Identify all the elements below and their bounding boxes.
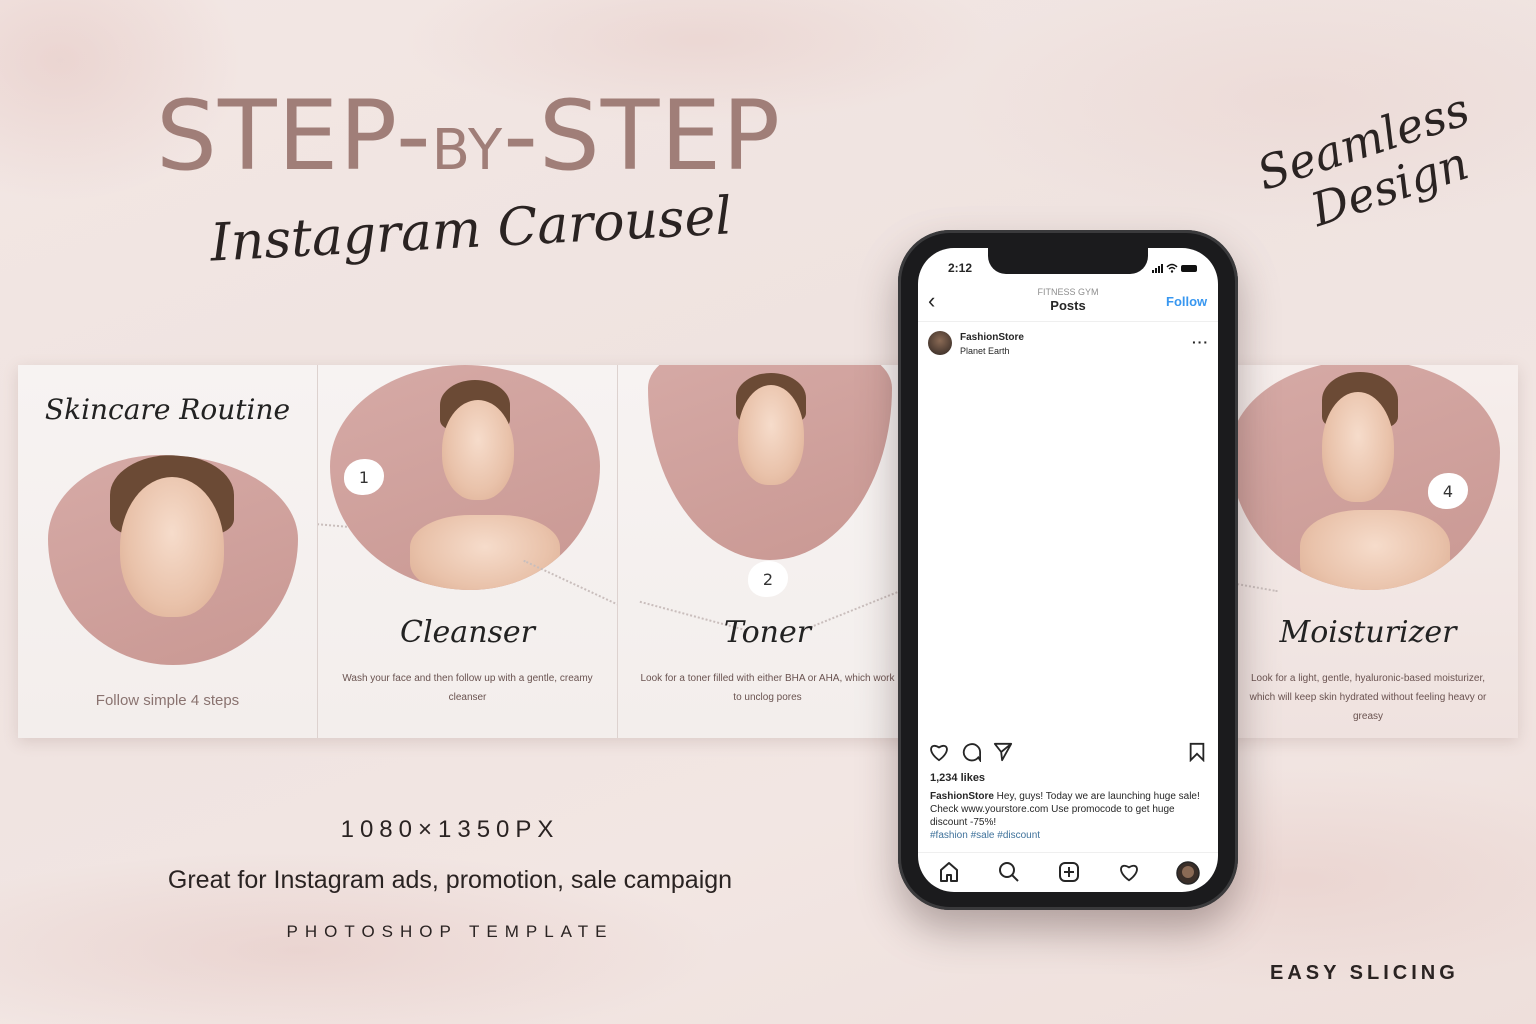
page-title: Posts (1050, 298, 1086, 313)
model-shoulders (410, 515, 560, 590)
template-label: PHOTOSHOP TEMPLATE (286, 922, 614, 941)
carousel-slide-1: 1 Cleanser Wash your face and then follo… (318, 365, 618, 738)
follow-button[interactable]: Follow (1166, 294, 1207, 309)
profile-icon[interactable] (1176, 861, 1200, 885)
subtitle: Instagram Carousel (208, 186, 734, 274)
carousel-slide-intro: Skincare Routine Follow simple 4 steps (18, 365, 318, 738)
slide-title: Moisturizer (1279, 615, 1457, 650)
ellipsis-icon[interactable]: ··· (1192, 334, 1209, 350)
model-face (442, 400, 514, 500)
avatar[interactable] (928, 331, 952, 355)
post-username[interactable]: FashionStore (960, 332, 1024, 343)
post-actions (928, 742, 1210, 766)
easy-slicing-label: EASY SLICING (1270, 962, 1459, 984)
heart-icon[interactable] (928, 742, 950, 762)
slide-title: Toner (723, 615, 812, 650)
comment-icon[interactable] (960, 742, 982, 762)
slide-description: Wash your face and then follow up with a… (342, 673, 593, 703)
model-face (120, 477, 224, 617)
like-count: 1,234 likes (930, 772, 986, 784)
seamless-design-tagline: Seamless Design (1250, 81, 1476, 237)
model-shoulders (1300, 510, 1450, 590)
activity-icon[interactable] (1118, 861, 1140, 883)
slide-description: Look for a light, gentle, hyaluronic-bas… (1249, 673, 1487, 722)
step-badge: 2 (748, 561, 788, 597)
carousel-slide-4: 4 Moisturizer Look for a light, gentle, … (1218, 365, 1518, 738)
model-face (1322, 392, 1394, 502)
slide-title: Skincare Routine (44, 393, 291, 426)
description-label: Great for Instagram ads, promotion, sale… (167, 866, 733, 894)
dimensions-label: 1080×1350PX (340, 816, 560, 843)
account-label: FITNESS GYM (1037, 287, 1099, 297)
caption-username[interactable]: FashionStore (930, 791, 994, 802)
add-icon[interactable] (1058, 861, 1080, 883)
hashtags[interactable]: #fashion #sale #discount (930, 830, 1040, 841)
model-face (738, 385, 804, 485)
main-title: STEP-BY-STEP (156, 80, 781, 192)
header-divider (918, 321, 1218, 322)
search-icon[interactable] (998, 861, 1020, 883)
slide-title: Cleanser (400, 615, 535, 650)
slide-description: Look for a toner filled with either BHA … (640, 673, 895, 703)
photo-blob (48, 455, 298, 665)
status-icons (1152, 262, 1200, 277)
bottom-tab-bar (918, 852, 1218, 892)
status-time: 2:12 (948, 261, 973, 275)
carousel-strip: Skincare Routine Follow simple 4 steps 1… (18, 365, 1518, 738)
slide-description: Follow simple 4 steps (95, 692, 240, 709)
phone-notch (988, 246, 1148, 274)
post-location[interactable]: Planet Earth (960, 346, 1010, 356)
photo-blob (648, 365, 892, 560)
bookmark-icon[interactable] (1188, 742, 1206, 762)
home-icon[interactable] (938, 861, 960, 883)
post-caption: FashionStore Hey, guys! Today we are lau… (930, 790, 1212, 842)
share-icon[interactable] (992, 742, 1014, 762)
carousel-slide-2: 2 Toner Look for a toner filled with eit… (618, 365, 918, 738)
chevron-left-icon[interactable]: ‹ (928, 288, 935, 314)
